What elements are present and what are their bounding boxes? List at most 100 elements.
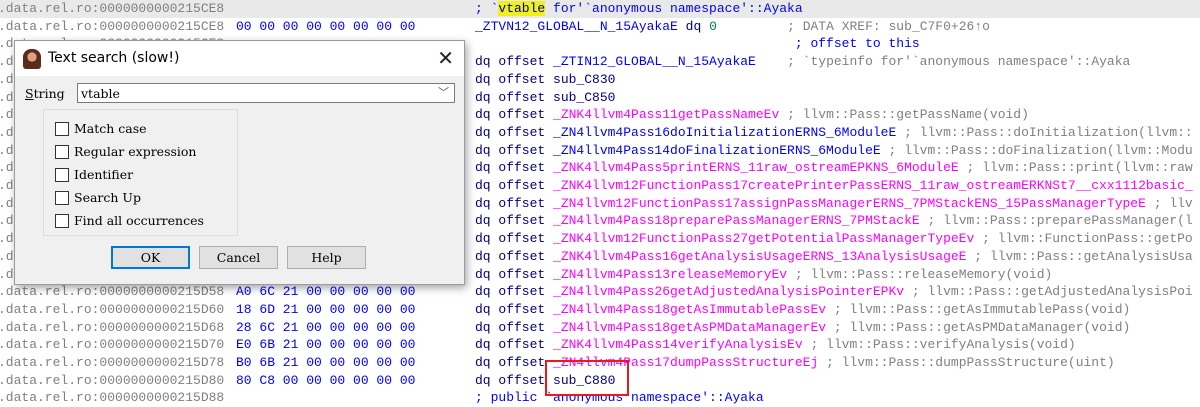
comment: ; llvm::Pass::verifyAnalysis(void) <box>802 337 1076 353</box>
comment: ; llvm::FunctionPass::getPo <box>974 231 1193 247</box>
comment: for'`anonymous namespace'::Ayaka <box>545 1 803 16</box>
symbol[interactable]: _ZN4llvm4Pass18preparePassManagerERNS_7P… <box>553 213 920 228</box>
symbol[interactable]: _ZN4llvm4Pass13releaseMemoryEv <box>553 267 787 282</box>
string-input[interactable]: vtable <box>81 86 120 101</box>
hex-bytes: B0 6B 21 00 00 00 00 00 <box>236 355 416 370</box>
listing-line[interactable]: .data.rel.ro:0000000000215D70 E0 6B 21 00… <box>0 336 1200 354</box>
instruction: dq offset <box>475 89 554 105</box>
checkbox-label: Find all occurrences <box>74 213 204 228</box>
instruction: dq offset <box>475 266 554 282</box>
instruction: dq offset <box>475 301 554 317</box>
listing-line[interactable]: .data.rel.ro:0000000000215D58 A0 6C 21 00… <box>0 283 1200 301</box>
instruction: dq <box>677 18 710 34</box>
string-combobox[interactable]: vtable ﹀ <box>77 83 455 103</box>
dialog-title: Text search (slow!) <box>48 50 180 66</box>
instruction: sub_C850 <box>553 89 616 105</box>
symbol[interactable]: _ZTIN12_GLOBAL__N_15AyakaE <box>553 54 756 69</box>
instruction: dq offset <box>475 54 554 70</box>
listing-line[interactable]: .data.rel.ro:0000000000215CE8 00 00 00 00… <box>0 18 1200 36</box>
instruction: dq offset <box>475 71 554 87</box>
instruction: dq offset <box>475 319 554 335</box>
address: .data.rel.ro:0000000000215D80 <box>0 372 225 388</box>
listing-line[interactable]: .data.rel.ro:0000000000215D68 28 6C 21 00… <box>0 319 1200 337</box>
comment: ; llvm::Pass::preparePassManager(l <box>919 213 1193 229</box>
address: .data.rel.ro:0000000000215CE8 <box>0 18 225 34</box>
symbol: vtable <box>498 1 546 16</box>
symbol[interactable]: _ZN4llvm4Pass16doInitializationERNS_6Mod… <box>553 125 896 140</box>
text-search-dialog: Text search (slow!) ✕ String vtable ﹀ Ma… <box>14 40 465 285</box>
listing-line[interactable]: .data.rel.ro:0000000000215CE8 ; `vtable f… <box>0 0 1200 18</box>
instruction: dq offset <box>475 160 554 176</box>
highlight-box <box>545 360 629 396</box>
address: .data.rel.ro:0000000000215D60 <box>0 301 225 317</box>
symbol[interactable]: _ZNK4llvm12FunctionPass17createPrinterPa… <box>553 178 1193 193</box>
address: .data.rel.ro:0000000000215D68 <box>0 319 225 335</box>
code: ; `vtable for'`anonymous namespace'::Aya… <box>475 0 803 18</box>
checkbox-box[interactable] <box>55 168 69 182</box>
instruction: dq offset <box>475 213 554 229</box>
address: .data.rel.ro:0000000000215D78 <box>0 355 225 370</box>
listing-line[interactable]: .data.rel.ro:0000000000215D60 18 6D 21 00… <box>0 301 1200 319</box>
hex-bytes: 80 C8 00 00 00 00 00 00 <box>236 372 416 388</box>
checkbox-label: Search Up <box>74 190 141 205</box>
symbol[interactable]: _ZTVN12_GLOBAL__N_15AyakaE <box>475 19 678 34</box>
code: dq offset _ZTIN12_GLOBAL__N_15AyakaE ; `… <box>475 53 1130 71</box>
comment: ; llvm::Pass::doFinalization(llvm::Modu <box>880 142 1193 158</box>
symbol[interactable]: _ZN4llvm4Pass18getAsImmutablePassEv <box>553 302 826 317</box>
chevron-down-icon[interactable]: ﹀ <box>438 84 449 100</box>
code: _ZTVN12_GLOBAL__N_15AyakaE dq 0 ; DATA X… <box>475 18 990 36</box>
help-button[interactable]: Help <box>287 246 366 269</box>
checkbox-box[interactable] <box>55 145 69 159</box>
code: ; offset to this <box>475 35 920 53</box>
checkbox-box[interactable] <box>55 214 69 228</box>
comment: ; llvm::Pass::print(llvm::raw <box>958 160 1193 176</box>
code: dq offset _ZN4llvm4Pass18getAsImmutableP… <box>475 301 1130 319</box>
symbol[interactable]: _ZNK4llvm4Pass5printERNS_11raw_ostreamEP… <box>553 160 959 175</box>
code: dq offset _ZNK4llvm12FunctionPass27getPo… <box>475 230 1193 248</box>
code: dq offset _ZNK4llvm4Pass14verifyAnalysis… <box>475 336 1076 354</box>
checkbox-box[interactable] <box>55 122 69 136</box>
symbol[interactable]: _ZN4llvm4Pass26getAdjustedAnalysisPointe… <box>553 284 904 299</box>
address: .data.rel.ro:0000000000215CE8 <box>0 1 225 16</box>
ok-button[interactable]: OK <box>111 246 190 269</box>
code: dq offset _ZNK4llvm4Pass16getAnalysisUsa… <box>475 248 1193 266</box>
symbol[interactable]: _ZNK4llvm4Pass16getAnalysisUsageERNS_13A… <box>553 249 966 264</box>
symbol[interactable]: _ZNK4llvm4Pass14verifyAnalysisEv <box>553 337 803 352</box>
symbol[interactable]: _ZN4llvm12FunctionPass17assignPassManage… <box>553 196 1146 211</box>
symbol[interactable]: _ZN4llvm4Pass14doFinalizationERNS_6Modul… <box>553 143 881 158</box>
string-label-text: tring <box>33 86 65 101</box>
dialog-titlebar[interactable]: Text search (slow!) ✕ <box>15 41 464 76</box>
comment: ; llvm::Pass::getAsPMDataManager(void) <box>826 319 1131 335</box>
code: dq offset _ZN4llvm4Pass16doInitializatio… <box>475 124 1193 142</box>
code: dq offset _ZN4llvm4Pass18preparePassMana… <box>475 212 1193 230</box>
code: dq offset sub_C850 <box>475 89 615 107</box>
symbol[interactable]: _ZNK4llvm12FunctionPass27getPotentialPas… <box>553 231 974 246</box>
cancel-button[interactable]: Cancel <box>199 246 278 269</box>
instruction: dq offset <box>475 355 554 370</box>
comment: ; llvm::Pass::getAdjustedAnalysisPoi <box>904 284 1193 300</box>
address: .data.rel.ro:0000000000215D88 <box>0 390 225 406</box>
checkbox-label: Match case <box>74 121 147 136</box>
code: dq offset _ZN4llvm4Pass18getAsPMDataMana… <box>475 319 1130 337</box>
comment: ; DATA XREF: sub_C7F0+26↑o <box>716 18 990 34</box>
instruction: dq offset <box>475 124 554 140</box>
checkbox-label: Regular expression <box>74 144 197 159</box>
instruction: dq offset <box>475 248 554 264</box>
string-label: String <box>25 86 65 101</box>
code: dq offset _ZNK4llvm4Pass5printERNS_11raw… <box>475 159 1193 177</box>
instruction: dq offset <box>475 284 554 300</box>
instruction: dq offset <box>475 231 554 247</box>
checkbox-box[interactable] <box>55 191 69 205</box>
symbol[interactable]: _ZNK4llvm4Pass11getPassNameEv <box>553 107 779 122</box>
comment: ; llvm::Pass::getAnalysisUsa <box>966 248 1193 264</box>
comment: ; `typeinfo for'`anonymous namespace'::A… <box>755 54 1131 70</box>
string-label-accel: S <box>25 86 34 101</box>
comment: ; llv <box>1145 195 1193 211</box>
code: dq offset _ZNK4llvm12FunctionPass17creat… <box>475 177 1193 195</box>
symbol[interactable]: _ZN4llvm4Pass18getAsPMDataManagerEv <box>553 320 826 335</box>
close-icon[interactable]: ✕ <box>437 46 454 70</box>
code: dq offset _ZN4llvm4Pass14doFinalizationE… <box>475 142 1193 160</box>
options-group: Match case Regular expression Identifier… <box>43 109 238 236</box>
hex-bytes: 18 6D 21 00 00 00 00 00 <box>236 301 416 317</box>
hex-bytes: 00 00 00 00 00 00 00 00 <box>236 18 416 34</box>
